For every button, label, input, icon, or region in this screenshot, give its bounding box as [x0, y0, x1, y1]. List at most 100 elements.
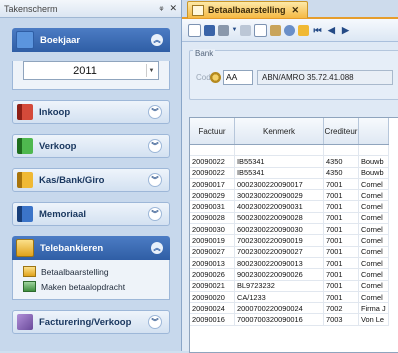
group-header-verkoop[interactable]: Verkoop ︾: [12, 134, 170, 158]
copy-icon[interactable]: [254, 23, 267, 37]
column-header-name[interactable]: [358, 118, 389, 145]
table-cell: 3002300220090029: [234, 189, 324, 202]
find-icon[interactable]: [284, 24, 295, 36]
column-header-kenmerk[interactable]: Kenmerk: [234, 118, 324, 145]
journal-book-icon: [17, 206, 33, 222]
purchase-book-icon: [17, 104, 33, 120]
table-row[interactable]: 20090020 CA/1233 7001 Cornel: [190, 291, 389, 304]
task-pane: Takenscherm ᵠ ✕ Boekjaar ︽ 2011 ▼ Inkoop…: [0, 0, 182, 351]
table-row[interactable]: [190, 144, 389, 157]
table-cell: 8002300220090013: [234, 257, 324, 270]
collapse-chevron-icon[interactable]: ︽: [151, 34, 163, 46]
group-label-inkoop: Inkoop: [39, 106, 71, 118]
payment-order-icon: [23, 281, 36, 292]
document-area: Betaalbaarstelling ✕ ▼ ⏮ ◀ ▶ Bank Code A…: [182, 0, 398, 353]
group-label-kas-bank-giro: Kas/Bank/Giro: [39, 174, 105, 186]
dropdown-arrow-icon[interactable]: ▼: [232, 25, 238, 36]
table-cell: IB55341: [234, 155, 324, 168]
table-cell: Von Le: [358, 313, 389, 326]
year-select[interactable]: 2011 ▼: [23, 61, 159, 80]
table-cell: 20090021: [190, 280, 235, 292]
first-record-icon[interactable]: ⏮: [312, 25, 323, 36]
invoicing-icon: [17, 314, 33, 330]
table-cell: 2000700220090024: [234, 302, 324, 315]
group-header-boekjaar[interactable]: Boekjaar ︽: [12, 28, 170, 52]
group-label-facturering-verkoop: Facturering/Verkoop: [39, 316, 132, 328]
table-cell: Cornel: [358, 268, 389, 281]
table-row[interactable]: 20090031 4002300220090031 7001 Cornel: [190, 200, 389, 213]
table-cell: 9002300220090026: [234, 268, 324, 281]
table-row[interactable]: 20090019 7002300220090019 7001 Cornel: [190, 234, 389, 247]
table-row[interactable]: 20090026 9002300220090026 7001 Cornel: [190, 268, 389, 281]
bank-code-input[interactable]: AA: [223, 70, 253, 85]
bank-book-icon: [17, 172, 33, 188]
new-document-icon[interactable]: [188, 23, 201, 37]
table-row[interactable]: 20090021 BL9723232 7001 Cornel: [190, 280, 389, 292]
table-cell: Cornel: [358, 200, 389, 213]
column-header-crediteur[interactable]: Crediteur: [323, 118, 359, 145]
table-cell: 7001: [323, 212, 359, 225]
table-cell: 7001: [323, 189, 359, 202]
table-cell: 7002300220090027: [234, 246, 324, 258]
table-cell: Bouwb: [358, 155, 389, 168]
paste-icon[interactable]: [270, 24, 281, 36]
task-label: Betaalbaarstelling: [41, 266, 109, 277]
document-tab-strip: Betaalbaarstelling ✕: [182, 0, 398, 19]
table-row[interactable]: 20090024 2000700220090024 7002 Firma J: [190, 302, 389, 315]
table-cell: 7001: [323, 280, 359, 292]
table-cell: 20090026: [190, 268, 235, 281]
table-row[interactable]: 20090017 0002300220090017 7001 Cornel: [190, 178, 389, 191]
task-maken-betaalopdracht[interactable]: Maken betaalopdracht: [13, 279, 169, 294]
expand-chevron-icon[interactable]: ︾: [148, 173, 162, 187]
table-cell: 20090017: [190, 178, 235, 191]
next-record-icon[interactable]: ▶: [340, 25, 351, 36]
expand-chevron-icon[interactable]: ︾: [148, 207, 162, 221]
table-cell: Cornel: [358, 223, 389, 236]
lookup-icon[interactable]: [210, 72, 221, 83]
task-label: Maken betaalopdracht: [41, 281, 126, 292]
tab-betaalbaarstelling[interactable]: Betaalbaarstelling ✕: [187, 1, 309, 18]
payments-table: Factuur Kenmerk Crediteur 20090022 IB5534…: [190, 118, 389, 326]
expand-chevron-icon[interactable]: ︾: [148, 139, 162, 153]
close-task-pane-icon[interactable]: ✕: [169, 3, 177, 14]
table-cell: 7001: [323, 200, 359, 213]
task-betaalbaarstelling[interactable]: Betaalbaarstelling: [13, 264, 169, 279]
table-row[interactable]: 20090027 7002300220090027 7001 Cornel: [190, 246, 389, 258]
table-cell: 7001: [323, 257, 359, 270]
group-header-telebankieren[interactable]: Telebankieren ︽: [12, 236, 170, 260]
table-cell: 7002: [323, 302, 359, 315]
group-header-facturering-verkoop[interactable]: Facturering/Verkoop ︾: [12, 310, 170, 334]
table-cell: 20090030: [190, 223, 235, 236]
table-cell: 20090016: [190, 313, 235, 326]
table-cell: Cornel: [358, 212, 389, 225]
close-tab-icon[interactable]: ✕: [292, 5, 300, 16]
table-cell: 0002300220090017: [234, 178, 324, 191]
table-row[interactable]: 20090022 IB55341 4350 Bouwb: [190, 155, 389, 168]
group-header-inkoop[interactable]: Inkoop ︾: [12, 100, 170, 124]
cut-icon[interactable]: [240, 24, 251, 36]
pin-icon[interactable]: ᵠ: [159, 4, 163, 14]
favorite-icon[interactable]: [298, 24, 309, 36]
table-row[interactable]: 20090028 5002300220090028 7001 Cornel: [190, 212, 389, 225]
table-row[interactable]: 20090013 8002300220090013 7001 Cornel: [190, 257, 389, 270]
task-pane-title: Takenscherm: [4, 3, 58, 14]
table-cell: [323, 144, 359, 157]
collapse-chevron-icon[interactable]: ︽: [151, 242, 163, 254]
column-header-factuur[interactable]: Factuur: [190, 118, 235, 145]
expand-chevron-icon[interactable]: ︾: [148, 315, 162, 329]
table-cell: Cornel: [358, 257, 389, 270]
save-icon[interactable]: [204, 24, 215, 36]
table-row[interactable]: 20090030 6002300220090030 7001 Cornel: [190, 223, 389, 236]
print-icon[interactable]: [218, 24, 229, 36]
table-row[interactable]: 20090016 7000700320090016 7003 Von Le: [190, 313, 389, 326]
group-header-memoriaal[interactable]: Memoriaal ︾: [12, 202, 170, 226]
table-row[interactable]: 20090029 3002300220090029 7001 Cornel: [190, 189, 389, 202]
table-cell: 20090027: [190, 246, 235, 258]
group-header-kas-bank-giro[interactable]: Kas/Bank/Giro ︾: [12, 168, 170, 192]
previous-record-icon[interactable]: ◀: [326, 25, 337, 36]
table-cell: Cornel: [358, 246, 389, 258]
dropdown-arrow-icon[interactable]: ▼: [146, 64, 156, 77]
table-row[interactable]: 20090022 IB55341 4350 Bouwb: [190, 167, 389, 179]
expand-chevron-icon[interactable]: ︾: [148, 105, 162, 119]
table-cell: CA/1233: [234, 291, 324, 304]
